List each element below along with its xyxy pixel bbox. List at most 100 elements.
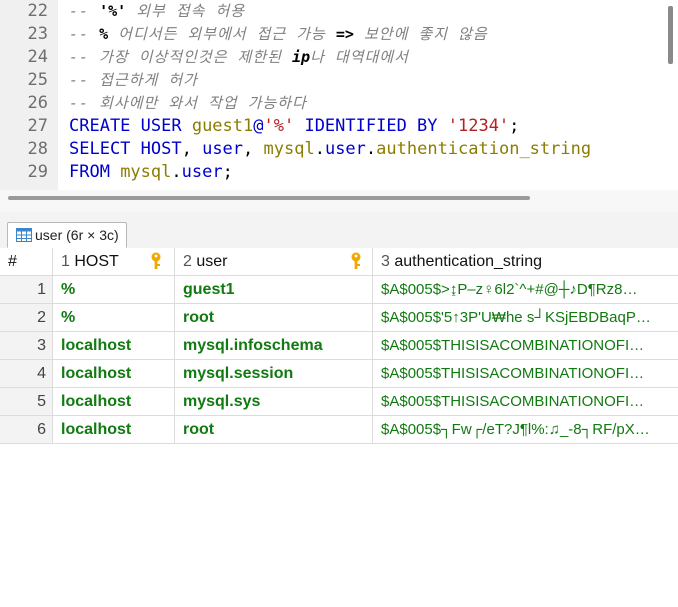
code-token: guest1	[191, 116, 254, 136]
result-tab-label: user (6r × 3c)	[35, 227, 119, 243]
code-token: 어디서든 외부에서 접근 가능	[108, 25, 336, 43]
authentication-string-cell[interactable]: $A$005$'5↑3P'U₩he s┘KSjEBDBaqP…	[373, 304, 678, 332]
code-token: mysql	[263, 139, 315, 159]
code-token: 보안에 좋지 않음	[353, 25, 488, 43]
row-number[interactable]: 2	[0, 304, 53, 332]
row-number[interactable]: 5	[0, 388, 53, 416]
row-number[interactable]: 4	[0, 360, 53, 388]
code-text: -- 회사에만 와서 작업 가능하다	[69, 92, 307, 115]
user-cell[interactable]: mysql.sys	[175, 388, 373, 416]
row-number[interactable]: 3	[0, 332, 53, 360]
code-token: ip	[292, 48, 311, 66]
line-number: 27	[27, 116, 48, 136]
code-token: -- 가장 이상적인것은 제한된	[69, 48, 292, 66]
table-grid-icon	[16, 228, 32, 242]
user-cell[interactable]: root	[175, 416, 373, 444]
table-row[interactable]: 5 localhost mysql.sys $A$005$THISISACOMBINA…	[0, 388, 678, 416]
result-tab-user[interactable]: user (6r × 3c)	[7, 222, 127, 248]
editor-horizontal-scrollbar[interactable]	[8, 196, 530, 200]
host-cell[interactable]: %	[53, 276, 175, 304]
code-token: -- 접근하게 허가	[69, 71, 198, 89]
table-row[interactable]: 1% guest1 $A$005$>↨P–z♀6l2`^+#@┼♪D¶Rz8…	[0, 276, 678, 304]
editor-vertical-scrollbar[interactable]	[668, 6, 673, 64]
host-cell[interactable]: localhost	[53, 416, 175, 444]
code-token: 나 대역대에서	[310, 48, 409, 66]
code-token: '%'	[263, 116, 295, 136]
code-token: .	[365, 139, 377, 159]
editor-horizontal-scroll-track	[0, 190, 678, 212]
code-line[interactable]: 26 -- 회사에만 와서 작업 가능하다	[0, 92, 660, 115]
code-text: -- 가장 이상적인것은 제한된 ip나 대역대에서	[69, 46, 409, 69]
code-token: .	[314, 139, 325, 159]
user-cell[interactable]: guest1	[175, 276, 373, 304]
code-line[interactable]: 28 SELECT HOST, user, mysql.user.authenti…	[0, 138, 660, 161]
code-token: IDENTIFIED BY	[294, 116, 448, 136]
column-name: authentication_string	[394, 253, 543, 270]
column-header-authentication-string[interactable]: 3 authentication_string	[373, 248, 678, 276]
column-header-host[interactable]: 1 HOST	[53, 248, 175, 276]
column-index: 3	[381, 253, 390, 270]
column-index: 2	[183, 253, 192, 270]
line-number: 28	[27, 139, 48, 159]
code-token: user	[181, 162, 223, 182]
code-line[interactable]: 29 FROM mysql.user;	[0, 161, 660, 184]
authentication-string-cell[interactable]: $A$005$THISISACOMBINATIONOFI…	[373, 332, 678, 360]
code-token: user	[324, 139, 366, 159]
user-cell[interactable]: root	[175, 304, 373, 332]
authentication-string-cell[interactable]: $A$005$THISISACOMBINATIONOFI…	[373, 360, 678, 388]
code-token: authentication_string	[376, 139, 592, 159]
key-icon	[351, 252, 361, 269]
host-cell[interactable]: localhost	[53, 332, 175, 360]
code-token: %	[99, 25, 109, 43]
authentication-string-cell[interactable]: $A$005$>↨P–z♀6l2`^+#@┼♪D¶Rz8…	[373, 276, 678, 304]
code-token: FROM	[69, 162, 121, 182]
user-cell[interactable]: mysql.session	[175, 360, 373, 388]
code-line[interactable]: 25 -- 접근하게 허가	[0, 69, 660, 92]
code-text: SELECT HOST, user, mysql.user.authentica…	[69, 138, 591, 161]
code-token: '%'	[99, 2, 127, 20]
row-number-header[interactable]: #	[0, 248, 53, 276]
code-token: =>	[335, 25, 354, 43]
table-row[interactable]: 4 localhost mysql.session $A$005$THISISACOM…	[0, 360, 678, 388]
column-name: HOST	[74, 253, 119, 270]
table-row[interactable]: 6 localhost root $A$005$┐Fw┌/eT?J¶l%:♫_-8┐R…	[0, 416, 678, 444]
authentication-string-cell[interactable]: $A$005$THISISACOMBINATIONOFI…	[373, 388, 678, 416]
code-text: -- 접근하게 허가	[69, 69, 198, 92]
code-token: mysql	[120, 162, 172, 182]
code-token: ;	[509, 116, 520, 136]
code-text: FROM mysql.user;	[69, 161, 233, 184]
code-text: CREATE USER guest1@'%' IDENTIFIED BY '12…	[69, 115, 519, 138]
column-header-user[interactable]: 2 user	[175, 248, 373, 276]
row-number[interactable]: 1	[0, 276, 53, 304]
line-number: 29	[27, 162, 48, 182]
column-index: 1	[61, 253, 70, 270]
code-token: --	[69, 2, 100, 20]
line-number: 23	[27, 24, 48, 44]
line-number: 22	[27, 1, 48, 21]
host-cell[interactable]: localhost	[53, 388, 175, 416]
code-line[interactable]: 22 -- '%' 외부 접속 허용	[0, 0, 660, 23]
host-cell[interactable]: localhost	[53, 360, 175, 388]
code-line[interactable]: 24 -- 가장 이상적인것은 제한된 ip나 대역대에서	[0, 46, 660, 69]
code-line[interactable]: 27 CREATE USER guest1@'%' IDENTIFIED BY '…	[0, 115, 660, 138]
code-text: -- % 어디서든 외부에서 접근 가능 => 보안에 좋지 않음	[69, 23, 488, 46]
code-token: CREATE USER	[69, 116, 192, 136]
code-token: ,	[243, 139, 264, 159]
line-number: 26	[27, 93, 48, 113]
code-token: SELECT HOST	[69, 139, 182, 159]
code-token: ,	[181, 139, 203, 159]
user-cell[interactable]: mysql.infoschema	[175, 332, 373, 360]
host-cell[interactable]: %	[53, 304, 175, 332]
sql-editor[interactable]: 22 -- '%' 외부 접속 허용 23 -- % 어디서든 외부에서 접근 가능 …	[0, 0, 678, 190]
authentication-string-cell[interactable]: $A$005$┐Fw┌/eT?J¶l%:♫_-8┐RF/pX…	[373, 416, 678, 444]
code-token: @	[253, 116, 264, 136]
table-row[interactable]: 2% root $A$005$'5↑3P'U₩he s┘KSjEBDBaqP…	[0, 304, 678, 332]
table-row[interactable]: 3 localhost mysql.infoschema $A$005$THISISA…	[0, 332, 678, 360]
code-token: 외부 접속 허용	[126, 2, 246, 20]
line-number: 25	[27, 70, 48, 90]
line-number: 24	[27, 47, 48, 67]
code-line[interactable]: 23 -- % 어디서든 외부에서 접근 가능 => 보안에 좋지 않음	[0, 23, 660, 46]
row-number[interactable]: 6	[0, 416, 53, 444]
grid-header-row: # 1 HOST 2 user 3 authentication_string	[0, 248, 678, 276]
code-token: ;	[222, 162, 233, 182]
